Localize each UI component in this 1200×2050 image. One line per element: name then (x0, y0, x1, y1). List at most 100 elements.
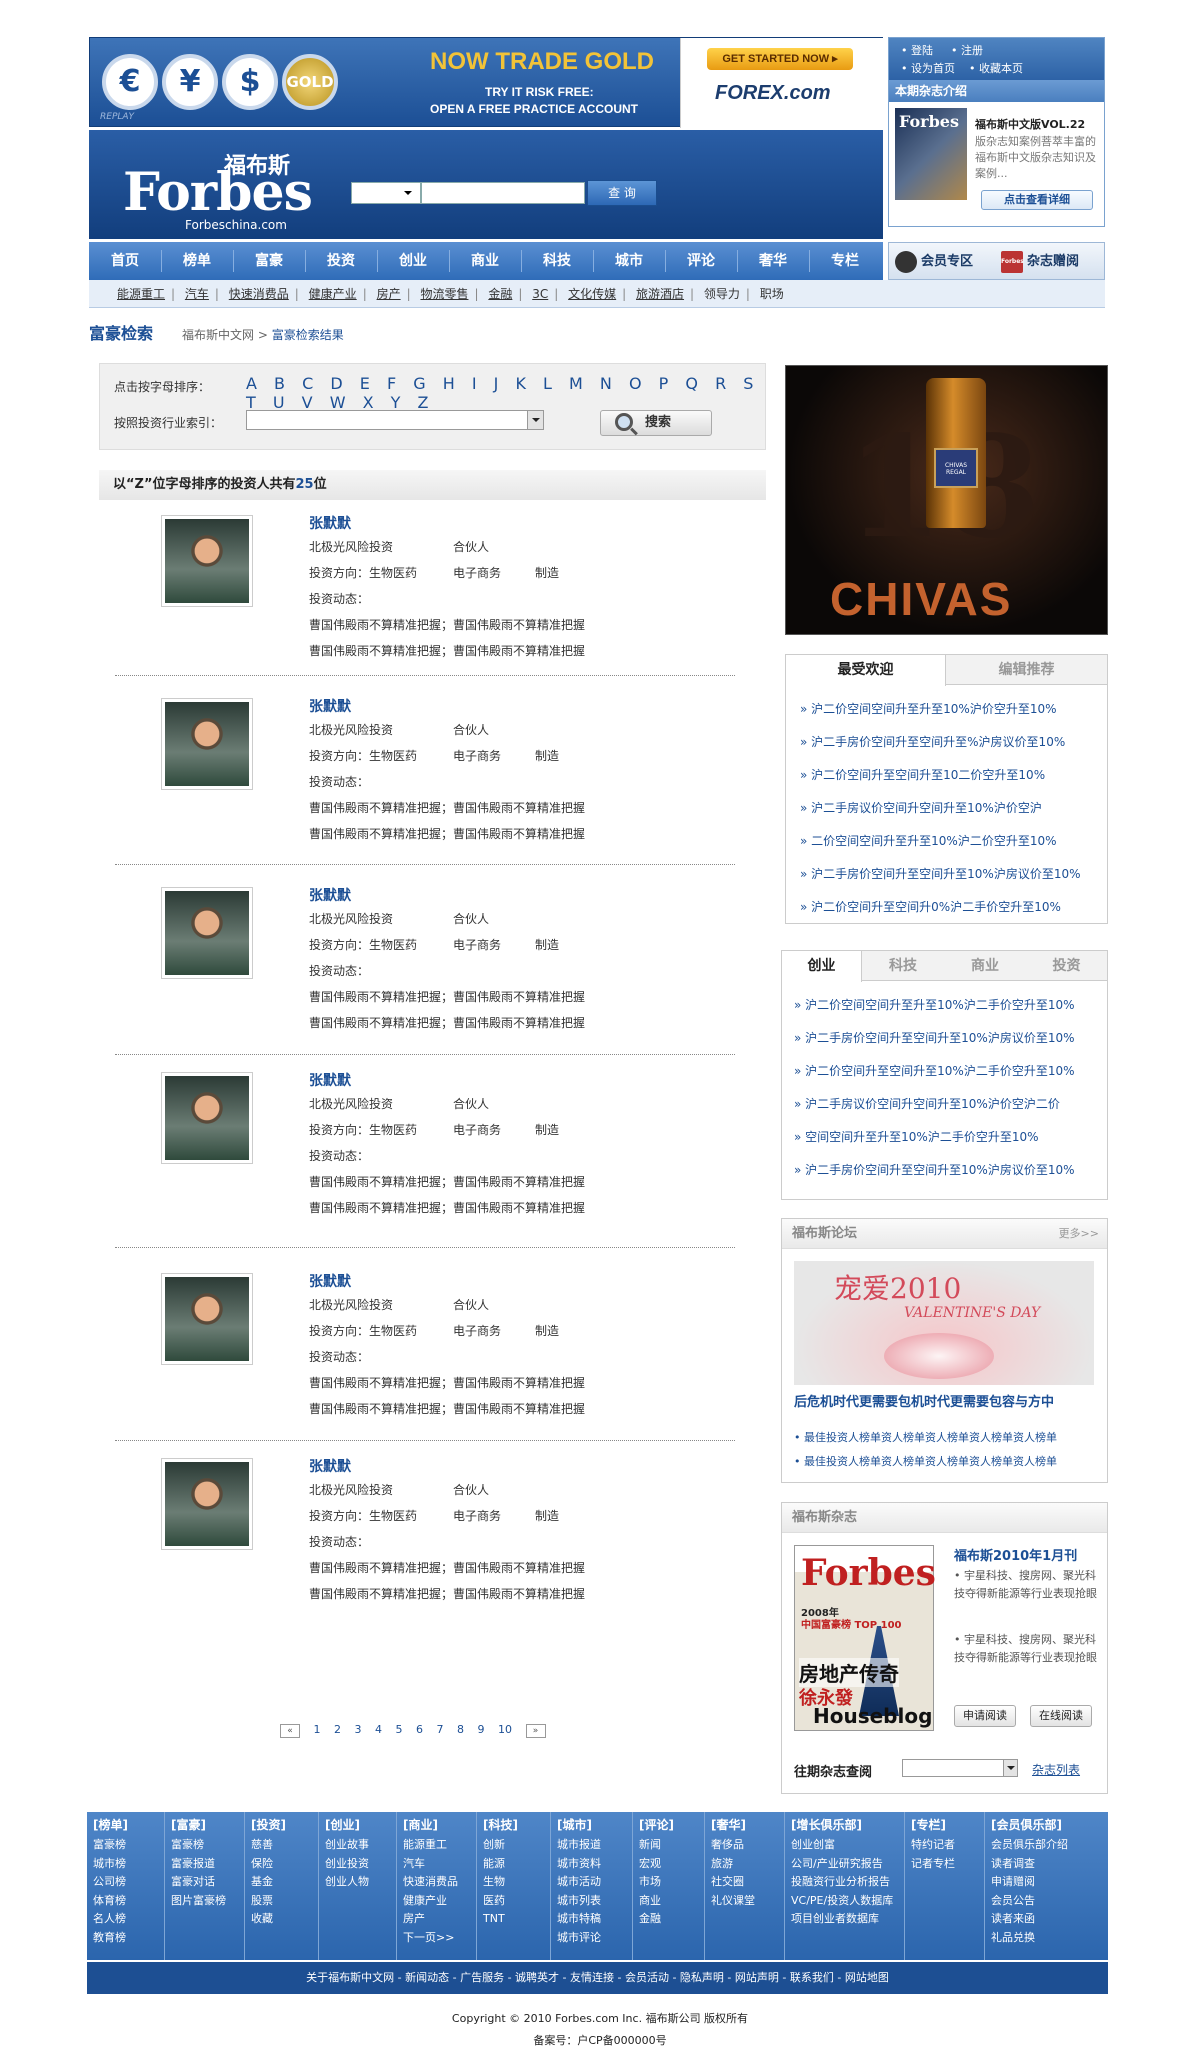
page-link[interactable]: 1 (314, 1723, 321, 1736)
member-zone-button[interactable]: 会员专区 (895, 249, 973, 275)
footer-link[interactable]: VC/PE/投资人数据库 (791, 1892, 904, 1911)
tab-business[interactable]: 商业 (944, 951, 1026, 981)
list-item[interactable]: 沪二价空间升至空间升至10二价空升至10% (800, 759, 1081, 792)
investor-name[interactable]: 张默默 (309, 1456, 351, 1476)
footer-link[interactable]: 城市报道 (557, 1836, 632, 1855)
footer-column-title[interactable]: [富豪] (171, 1816, 244, 1833)
list-item[interactable]: 空间空间升至升至10%沪二手价空升至10% (794, 1121, 1075, 1154)
investor-photo[interactable] (161, 515, 253, 607)
nav-city[interactable]: 城市 (593, 242, 665, 280)
footer-link[interactable]: 健康产业 (403, 1892, 476, 1911)
search-button[interactable]: 查 询 (587, 180, 657, 206)
next-page-button[interactable]: » (525, 1724, 546, 1738)
tab-startup[interactable]: 创业 (782, 951, 862, 982)
page-link[interactable]: 3 (355, 1723, 362, 1736)
magazine-cover[interactable]: Forbes 2008年 中国富豪榜 TOP 100 房地产传奇 徐永發 Hou… (794, 1545, 936, 1731)
search-input[interactable] (421, 182, 585, 204)
footer-link[interactable]: 城市榜 (93, 1855, 164, 1874)
list-item[interactable]: 沪二手房价空间升至空间升至10%沪房议价至10% (794, 1154, 1074, 1187)
footer-link[interactable]: 保险 (251, 1855, 318, 1874)
investor-news-item[interactable]: 曹国伟殿雨不算精准把握；曹国伟殿雨不算精准把握 (309, 1199, 585, 1216)
footer-link[interactable]: 图片富豪榜 (171, 1892, 244, 1911)
footer-column-title[interactable]: [评论] (639, 1816, 704, 1833)
forum-more-link[interactable]: 更多>> (1059, 1219, 1099, 1249)
list-item[interactable]: 沪二价空间空间升至升至10%沪二手价空升至10% (794, 989, 1074, 1022)
footer-link[interactable]: 收藏 (251, 1910, 318, 1929)
forum-headline[interactable]: 后危机时代更需要包机时代更需要包容与方中 (794, 1391, 1054, 1410)
investor-news-item[interactable]: 曹国伟殿雨不算精准把握；曹国伟殿雨不算精准把握 (309, 1173, 585, 1190)
footer-link[interactable]: 申请赠阅 (991, 1873, 1108, 1892)
investor-news-item[interactable]: 曹国伟殿雨不算精准把握；曹国伟殿雨不算精准把握 (309, 616, 585, 633)
list-item[interactable]: 沪二手房议价空间升空间升至10%沪价空沪二价 (794, 1088, 1075, 1121)
magazine-issue-name[interactable]: 福布斯中文版VOL.22 (975, 116, 1085, 132)
investor-name[interactable]: 张默默 (309, 696, 351, 716)
login-link[interactable]: • 登陆 (901, 42, 933, 58)
footer-link[interactable]: 城市活动 (557, 1873, 632, 1892)
tab-most-popular[interactable]: 最受欢迎 (786, 655, 946, 686)
filter-search-button[interactable]: 搜索 (600, 410, 712, 436)
investor-photo[interactable] (161, 887, 253, 979)
footer-link[interactable]: 创业创富 (791, 1836, 904, 1855)
subnav-item[interactable]: 汽车 (185, 287, 209, 301)
footer-link[interactable]: 旅游 (711, 1855, 784, 1874)
footer-link[interactable]: 记者专栏 (911, 1855, 984, 1874)
footer-link[interactable]: 宏观 (639, 1855, 704, 1874)
footer-column-title[interactable]: [专栏] (911, 1816, 984, 1833)
investor-news-item[interactable]: 曹国伟殿雨不算精准把握；曹国伟殿雨不算精准把握 (309, 1374, 585, 1391)
subnav-item[interactable]: 房产 (377, 287, 401, 301)
list-item[interactable]: 沪二价空间升至空间升0%沪二手价空升至10% (800, 891, 1081, 924)
investor-name[interactable]: 张默默 (309, 1271, 351, 1291)
forum-item[interactable]: 最佳投资人榜单资人榜单资人榜单资人榜单资人榜单 (794, 1429, 1057, 1445)
subnav-item[interactable]: 3C (532, 287, 548, 301)
footer-link[interactable]: 商业 (639, 1892, 704, 1911)
investor-name[interactable]: 张默默 (309, 1070, 351, 1090)
magazine-list-link[interactable]: 杂志列表 (1032, 1761, 1080, 1778)
page-link[interactable]: 10 (498, 1723, 512, 1736)
forum-item[interactable]: 最佳投资人榜单资人榜单资人榜单资人榜单资人榜单 (794, 1453, 1057, 1469)
footer-column-title[interactable]: [科技] (483, 1816, 550, 1833)
subnav-item[interactable]: 旅游酒店 (636, 287, 684, 301)
list-item[interactable]: 沪二手房价空间升至空间升至%沪房议价至10% (800, 726, 1081, 759)
footer-link[interactable]: 城市评论 (557, 1929, 632, 1948)
investor-name[interactable]: 张默默 (309, 513, 351, 533)
forum-feature-image[interactable]: 宠爱2010 VALENTINE'S DAY (794, 1261, 1094, 1385)
forbes-logo[interactable]: Forbes (123, 162, 313, 223)
footer-column-title[interactable]: [增长俱乐部] (791, 1816, 904, 1833)
tab-invest[interactable]: 投资 (1026, 951, 1107, 981)
subnav-item[interactable]: 健康产业 (309, 287, 357, 301)
read-online-button[interactable]: 在线阅读 (1030, 1705, 1092, 1727)
footer-link[interactable]: 新闻 (639, 1836, 704, 1855)
subnav-item[interactable]: 金融 (488, 287, 512, 301)
list-item[interactable]: 沪二手房价空间升至空间升至10%沪房议价至10% (794, 1022, 1074, 1055)
footer-link[interactable]: 投融资行业分析报告 (791, 1873, 904, 1892)
list-item[interactable]: 沪二手房价空间升至空间升至10%沪房议价至10% (800, 858, 1080, 891)
page-link[interactable]: 6 (416, 1723, 423, 1736)
footer-links-bar[interactable]: 关于福布斯中文网 - 新闻动态 - 广告服务 - 诚聘英才 - 友情连接 - 会… (87, 1962, 1108, 1994)
footer-link[interactable]: TNT (483, 1910, 550, 1929)
footer-link[interactable]: 城市特稿 (557, 1910, 632, 1929)
subnav-item[interactable]: 文化传媒 (568, 287, 616, 301)
footer-link[interactable]: 创新 (483, 1836, 550, 1855)
footer-link[interactable]: 房产 (403, 1910, 476, 1929)
nav-invest[interactable]: 投资 (305, 242, 377, 280)
footer-link[interactable]: 公司榜 (93, 1873, 164, 1892)
investor-news-item[interactable]: 曹国伟殿雨不算精准把握；曹国伟殿雨不算精准把握 (309, 988, 585, 1005)
get-started-button[interactable]: GET STARTED NOW ▸ (707, 48, 853, 70)
footer-column-title[interactable]: [榜单] (93, 1816, 164, 1833)
nav-comment[interactable]: 评论 (665, 242, 737, 280)
footer-link[interactable]: 快速消费品 (403, 1873, 476, 1892)
investor-news-item[interactable]: 曹国伟殿雨不算精准把握；曹国伟殿雨不算精准把握 (309, 825, 585, 842)
footer-column-title[interactable]: [奢华] (711, 1816, 784, 1833)
footer-link[interactable]: 慈善 (251, 1836, 318, 1855)
subnav-item[interactable]: 物流零售 (420, 287, 468, 301)
footer-link[interactable]: 富豪榜 (171, 1836, 244, 1855)
magazine-cover-thumb[interactable]: Forbes (895, 108, 967, 200)
footer-link[interactable]: 体育榜 (93, 1892, 164, 1911)
chivas-ad[interactable]: 18 CHIVAS REGAL CHIVAS (785, 365, 1108, 635)
view-details-button[interactable]: 点击查看详细 (981, 190, 1093, 210)
footer-link[interactable]: 创业投资 (325, 1855, 396, 1874)
footer-link[interactable]: 富豪报道 (171, 1855, 244, 1874)
footer-link[interactable]: 股票 (251, 1892, 318, 1911)
subnav-item[interactable]: 领导力 (704, 287, 740, 301)
footer-link[interactable]: 项目创业者数据库 (791, 1910, 904, 1929)
